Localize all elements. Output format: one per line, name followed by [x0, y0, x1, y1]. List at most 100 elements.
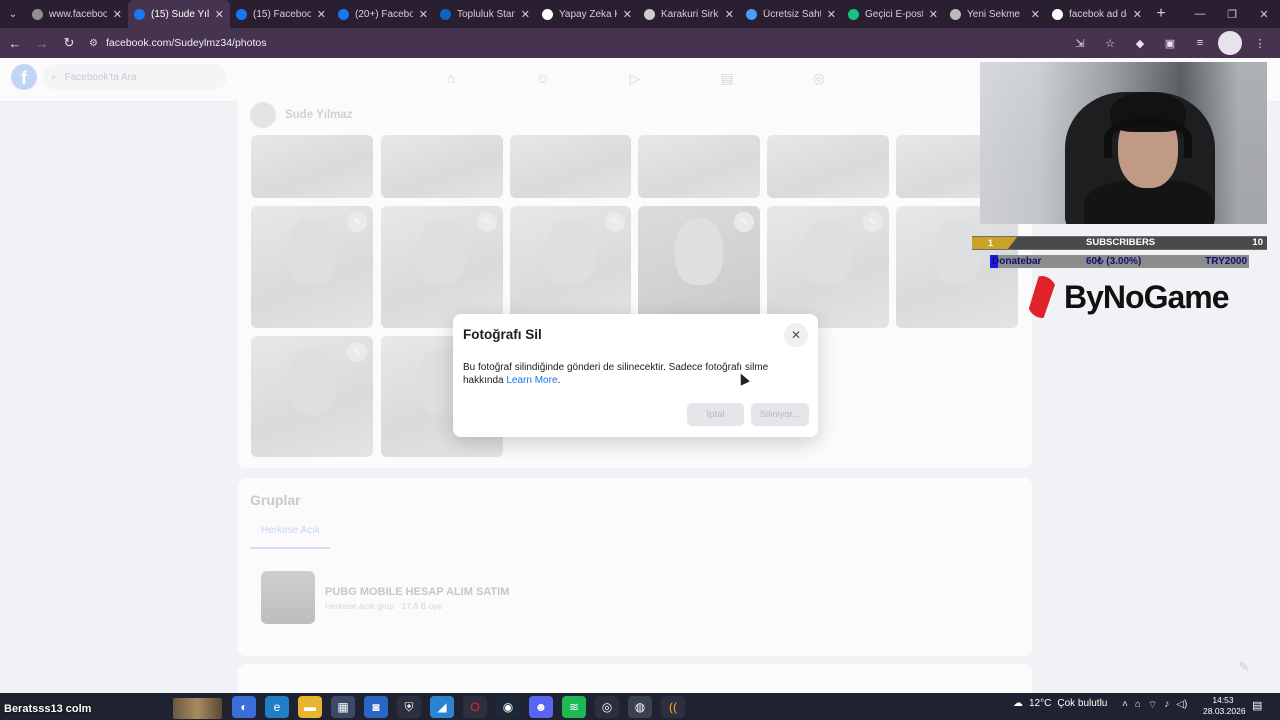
tab-close-icon[interactable]: ✕ [623, 8, 632, 21]
install-icon[interactable]: ⇲ [1068, 31, 1092, 55]
extensions-puzzle-icon[interactable]: ▣ [1158, 31, 1182, 55]
forward-icon[interactable]: → [30, 31, 54, 55]
edit-pencil-icon[interactable]: ✎ [734, 212, 754, 232]
new-tab-button[interactable]: + [1148, 5, 1174, 23]
photo-thumbnail[interactable]: ✎ [381, 206, 503, 328]
tab-close-icon[interactable]: ✕ [317, 8, 326, 21]
chrome-icon[interactable]: ◍ [628, 696, 652, 718]
reload-icon[interactable]: ↻ [57, 31, 81, 55]
edit-pencil-icon[interactable]: ✎ [863, 212, 883, 232]
edit-pencil-icon[interactable]: ✎ [605, 212, 625, 232]
photo-thumbnail[interactable] [381, 135, 503, 198]
tab-close-icon[interactable]: ✕ [1031, 8, 1040, 21]
media-icon[interactable]: ≡ [1188, 31, 1212, 55]
tab-close-icon[interactable]: ✕ [1133, 8, 1142, 21]
opera-icon[interactable]: O [463, 696, 487, 718]
marketplace-icon[interactable]: ▤ [717, 68, 737, 88]
notification-icon[interactable]: ▤ [1252, 699, 1262, 712]
browser-tab[interactable]: Topluluk Stand ✕ [434, 0, 536, 28]
network-icon[interactable]: ⌂ [1135, 699, 1141, 712]
app-icon[interactable]: ◢ [430, 696, 454, 718]
site-info-icon[interactable]: ⚙ [89, 38, 98, 49]
photo-thumbnail[interactable]: ✎ [251, 336, 373, 457]
photo-thumbnail[interactable] [767, 135, 889, 198]
learn-more-link[interactable]: Learn More [506, 375, 557, 386]
steam-icon[interactable]: ◉ [496, 696, 520, 718]
back-icon[interactable]: ← [3, 31, 27, 55]
edge-icon[interactable]: e [265, 696, 289, 718]
avatar[interactable] [250, 102, 276, 128]
discord-icon[interactable]: ☻ [529, 696, 553, 718]
video-icon[interactable]: ▷ [625, 68, 645, 88]
cancel-button[interactable]: İptal [687, 403, 744, 426]
spotify-icon[interactable]: ≋ [562, 696, 586, 718]
extension-icon[interactable]: ◆ [1128, 31, 1152, 55]
browser-tab[interactable]: Geçici E-posta ✕ [842, 0, 944, 28]
browser-tab[interactable]: Karakuri Sirki ✕ [638, 0, 740, 28]
photo-thumbnail[interactable]: ✎ [767, 206, 889, 328]
browser-tab[interactable]: (15) Facebook ✕ [230, 0, 332, 28]
tab-close-icon[interactable]: ✕ [929, 8, 938, 21]
wifi-icon[interactable]: ⌔ [1148, 699, 1157, 712]
browser-tab[interactable]: facebok ad de ✕ [1046, 0, 1148, 28]
search-icon: ⌕ [51, 71, 57, 83]
tab-close-icon[interactable]: ✕ [215, 8, 224, 21]
friends-icon[interactable]: ☺ [533, 68, 553, 88]
volume-icon[interactable]: ◁) [1176, 699, 1187, 712]
browser-tab[interactable]: Yeni Sekme ✕ [944, 0, 1046, 28]
restore-icon[interactable]: ❐ [1216, 0, 1248, 28]
chevron-up-icon[interactable]: ˄ [1122, 699, 1128, 712]
photo-thumbnail[interactable]: ✎ [251, 206, 373, 328]
file-explorer-icon[interactable]: ▬ [298, 696, 322, 718]
photo-thumbnail[interactable] [638, 135, 760, 198]
tab-close-icon[interactable]: ✕ [419, 8, 428, 21]
address-bar[interactable]: ⚙ facebook.com/Sudeylmz34/photos [89, 31, 1089, 55]
profile-owner-name[interactable]: Sude Yılmaz [285, 109, 353, 121]
photo-thumbnail[interactable]: ✎ [638, 206, 760, 328]
tab-close-icon[interactable]: ✕ [521, 8, 530, 21]
minimize-icon[interactable]: — [1184, 0, 1216, 28]
photo-thumbnail[interactable] [251, 135, 373, 198]
group-thumbnail[interactable] [261, 571, 315, 624]
close-icon[interactable]: ✕ [784, 323, 808, 347]
tab-close-icon[interactable]: ✕ [725, 8, 734, 21]
audio-app-icon[interactable]: (( [661, 696, 685, 718]
dialog-title: Fotoğrafı Sil [463, 327, 542, 342]
facebook-logo-icon[interactable]: f [11, 64, 37, 90]
clock[interactable]: 14:53 28.03.2026 [1203, 695, 1246, 717]
tab-close-icon[interactable]: ✕ [827, 8, 836, 21]
menu-icon[interactable]: ⋮ [1248, 31, 1272, 55]
weather-widget[interactable]: ☁ 12°C Çok bulutlu [1013, 698, 1107, 709]
store-icon[interactable]: ▦ [331, 696, 355, 718]
compose-message-icon[interactable]: ✎ [1233, 656, 1255, 678]
edit-pencil-icon[interactable]: ✎ [477, 212, 497, 232]
browser-tab[interactable]: Yapay Zeka Ka ✕ [536, 0, 638, 28]
security-icon[interactable]: ⛨ [397, 696, 421, 718]
browser-tab[interactable]: (20+) Faceboo ✕ [332, 0, 434, 28]
edit-pencil-icon[interactable]: ✎ [347, 212, 367, 232]
mic-icon[interactable]: ♪ [1164, 699, 1169, 712]
copilot-icon[interactable]: ◐ [232, 696, 256, 718]
group-name[interactable]: PUBG MOBILE HESAP ALIM SATIM [325, 586, 509, 598]
home-icon[interactable]: ⌂ [441, 68, 461, 88]
tab-label: Geçici E-posta [865, 8, 923, 20]
delete-button[interactable]: Siliniyor... [751, 403, 809, 426]
photo-thumbnail[interactable] [510, 135, 631, 198]
tab-favicon-icon [644, 8, 655, 20]
browser-tab[interactable]: Ücretsiz Sahte ✕ [740, 0, 842, 28]
tab-public[interactable]: Herkese Açık [261, 525, 320, 536]
photo-thumbnail[interactable]: ✎ [510, 206, 631, 328]
groups-icon[interactable]: ◎ [809, 68, 829, 88]
profile-icon[interactable] [1218, 31, 1242, 55]
url-text: facebook.com/Sudeylmz34/photos [105, 37, 267, 49]
obs-icon[interactable]: ◎ [595, 696, 619, 718]
tab-close-icon[interactable]: ✕ [113, 8, 122, 21]
tab-search-button[interactable]: ⌄ [0, 0, 26, 28]
facebook-search-input[interactable]: ⌕ Facebook'ta Ara [43, 64, 227, 90]
browser-tab[interactable]: www.facebook ✕ [26, 0, 128, 28]
browser-tab[interactable]: (15) Sude Yılm ✕ [128, 0, 230, 28]
outlook-icon[interactable]: ◙ [364, 696, 388, 718]
bookmark-star-icon[interactable]: ☆ [1098, 31, 1122, 55]
edit-pencil-icon[interactable]: ✎ [347, 342, 367, 362]
close-window-icon[interactable]: ✕ [1248, 0, 1280, 28]
